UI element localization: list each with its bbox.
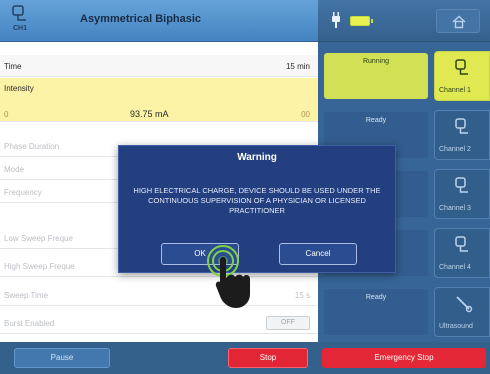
dialog-title: Warning	[237, 152, 277, 163]
hand-pointer-icon	[215, 257, 250, 308]
device-screen: CH1 Asymmetrical Biphasic Time 15 min In…	[0, 0, 490, 374]
cancel-button[interactable]: Cancel	[279, 243, 357, 265]
dialog-message: HIGH ELECTRICAL CHARGE, DEVICE SHOULD BE…	[133, 186, 381, 215]
